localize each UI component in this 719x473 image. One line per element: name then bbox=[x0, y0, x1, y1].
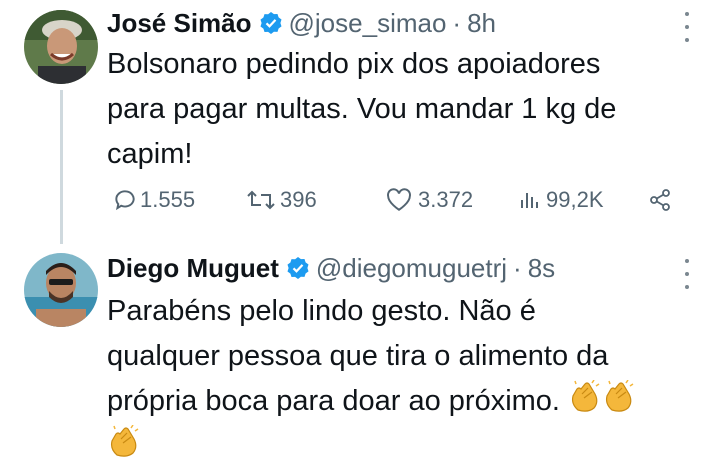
timestamp[interactable]: 8h bbox=[467, 8, 496, 39]
views-button[interactable]: 99,2K bbox=[518, 187, 648, 213]
clapping-hands-emoji-icon bbox=[568, 379, 602, 414]
tweet-text: Bolsonaro pedindo pix dos apoiadores par… bbox=[107, 42, 697, 177]
reply-count: 1.555 bbox=[140, 187, 196, 212]
tweet-text: Parabéns pelo lindo gesto. Não é qualque… bbox=[107, 289, 697, 469]
clapping-hands-emoji-icon bbox=[107, 424, 141, 459]
clapping-hands-emoji-icon bbox=[602, 379, 636, 414]
views-icon bbox=[521, 193, 538, 208]
verified-badge-icon bbox=[286, 256, 310, 280]
tweet-actions: 1.555 396 3.372 99,2K bbox=[112, 183, 682, 217]
heart-icon bbox=[387, 188, 411, 211]
display-name[interactable]: José Simão bbox=[107, 8, 252, 39]
reply-button[interactable]: 1.555 bbox=[112, 187, 232, 213]
tweet-text-segment: própria boca para doar ao próximo. bbox=[107, 385, 560, 417]
avatar[interactable] bbox=[24, 10, 98, 84]
like-button[interactable]: 3.372 bbox=[386, 187, 516, 213]
timestamp[interactable]: 8s bbox=[528, 253, 555, 284]
tweet-text-line: própria boca para doar ao próximo. bbox=[107, 379, 697, 424]
tweet-jose-simao[interactable]: José Simão @jose_simao · 8h Bolsonaro pe… bbox=[0, 0, 719, 245]
tweet-text-line: Bolsonaro pedindo pix dos apoiadores bbox=[107, 48, 601, 80]
share-button[interactable] bbox=[648, 188, 672, 212]
tweet-diego-muguet[interactable]: Diego Muguet @diegomuguetrj · 8s Parabén… bbox=[0, 245, 719, 457]
user-handle[interactable]: @jose_simao bbox=[289, 8, 447, 39]
tweet-header: Diego Muguet @diegomuguetrj · 8s bbox=[107, 251, 555, 285]
verified-badge-icon bbox=[259, 11, 283, 35]
more-options-icon[interactable] bbox=[683, 257, 691, 291]
reply-icon bbox=[115, 190, 135, 211]
tweet-text-line: Parabéns pelo lindo gesto. Não é bbox=[107, 295, 536, 327]
like-count: 3.372 bbox=[418, 187, 474, 212]
separator-dot: · bbox=[452, 7, 462, 38]
user-handle[interactable]: @diegomuguetrj bbox=[316, 253, 507, 284]
tweet-text-line: para pagar multas. Vou mandar 1 kg de bbox=[107, 93, 617, 125]
retweet-button[interactable]: 396 bbox=[246, 187, 386, 213]
tweet-header: José Simão @jose_simao · 8h bbox=[107, 6, 496, 40]
share-icon bbox=[650, 189, 670, 211]
tweet-text-line: capim! bbox=[107, 138, 193, 170]
tweet-text-line bbox=[107, 424, 697, 469]
retweet-icon bbox=[247, 190, 275, 210]
tweet-text-line: qualquer pessoa que tira o alimento da bbox=[107, 340, 609, 372]
separator-dot: · bbox=[513, 252, 522, 283]
more-options-icon[interactable] bbox=[683, 10, 691, 44]
retweet-count: 396 bbox=[280, 187, 317, 212]
display-name[interactable]: Diego Muguet bbox=[107, 253, 279, 284]
avatar[interactable] bbox=[24, 253, 98, 327]
views-count: 99,2K bbox=[546, 187, 604, 212]
